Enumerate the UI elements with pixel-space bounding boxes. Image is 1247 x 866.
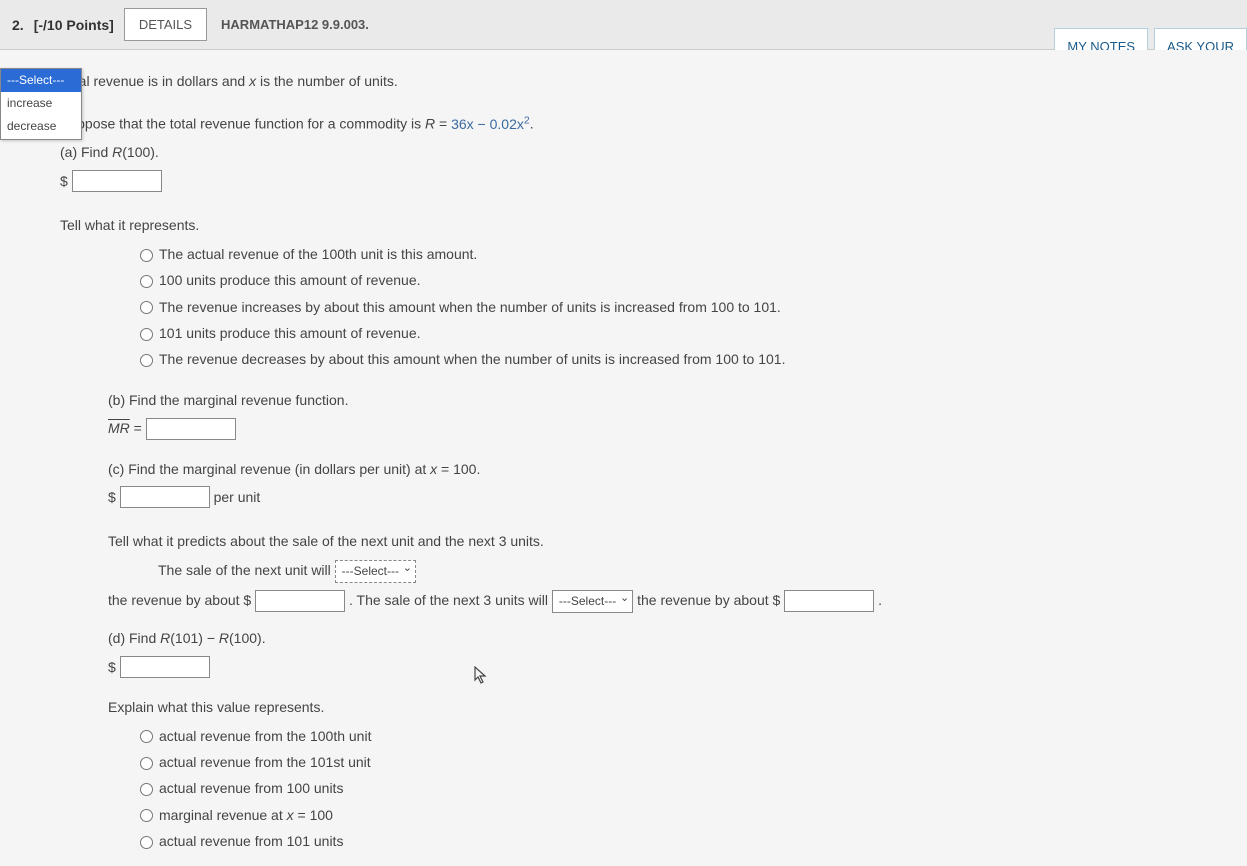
part-c-answer-input[interactable] [120,486,210,508]
part-a-radio-4[interactable] [140,328,153,341]
part-a-radio-1[interactable] [140,249,153,262]
part-c: (c) Find the marginal revenue (in dollar… [108,458,1187,614]
points-label: [-/10 Points] [34,17,114,33]
part-c-tell: Tell what it predicts about the sale of … [108,530,1187,552]
part-d-radio-2[interactable] [140,757,153,770]
part-c-sentence: The sale of the next unit will ---Select… [158,559,1187,583]
part-c-select-1[interactable]: ---Select--- [335,560,416,583]
part-d-option-row: actual revenue from the 101st unit [140,751,1187,773]
part-d-tell: Explain what this value represents. [108,696,1187,718]
question-content: Total revenue is in dollars and x is the… [0,50,1247,866]
part-d-answer-input[interactable] [120,656,210,678]
part-a-radio-3[interactable] [140,301,153,314]
part-a-input-row: $ [60,170,1187,193]
part-a-radio-5[interactable] [140,354,153,367]
question-number: 2. [12,17,24,33]
part-d-radio-5[interactable] [140,836,153,849]
intro-line-1: Total revenue is in dollars and x is the… [60,70,1187,92]
part-a-option-row: 101 units produce this amount of revenue… [140,322,1187,344]
part-c-next-3-units-input[interactable] [784,590,874,612]
intro-line-2: Suppose that the total revenue function … [60,112,1187,135]
part-c-question: (c) Find the marginal revenue (in dollar… [108,458,1187,480]
part-b: (b) Find the marginal revenue function. … [108,389,1187,440]
part-a-question: (a) Find R(100). [60,141,1187,163]
part-b-question: (b) Find the marginal revenue function. [108,389,1187,411]
details-button[interactable]: DETAILS [124,8,207,41]
part-d-question: (d) Find R(101) − R(100). [108,627,1187,649]
part-c-select-2[interactable]: ---Select--- [552,590,633,613]
dropdown-option-decrease[interactable]: decrease [1,115,81,138]
part-a-option-row: 100 units produce this amount of revenue… [140,269,1187,291]
question-source: HARMATHAP12 9.9.003. [221,17,369,32]
part-d-option-row: marginal revenue at x = 100 [140,804,1187,826]
part-d-option-row: actual revenue from the 100th unit [140,725,1187,747]
part-d: (d) Find R(101) − R(100). $ Explain what… [108,627,1187,852]
part-b-input-row: MR = [108,417,1187,440]
part-d-radio-4[interactable] [140,809,153,822]
part-b-answer-input[interactable] [146,418,236,440]
dropdown-option-placeholder[interactable]: ---Select--- [1,69,81,92]
part-d-radio-3[interactable] [140,783,153,796]
dropdown-option-increase[interactable]: increase [1,92,81,115]
part-d-radio-1[interactable] [140,730,153,743]
part-a-option-row: The revenue increases by about this amou… [140,296,1187,318]
part-d-option-row: actual revenue from 101 units [140,830,1187,852]
part-a-option-row: The actual revenue of the 100th unit is … [140,243,1187,265]
part-a-radio-2[interactable] [140,275,153,288]
part-a-tell: Tell what it represents. [60,214,1187,236]
part-a-option-row: The revenue decreases by about this amou… [140,348,1187,370]
part-c-select-1-dropdown: ---Select--- increase decrease [0,68,82,140]
part-c-input-row: $ per unit [108,486,1187,509]
part-d-input-row: $ [108,656,1187,679]
part-d-option-row: actual revenue from 100 units [140,777,1187,799]
part-c-next-unit-input[interactable] [255,590,345,612]
part-a-answer-input[interactable] [72,170,162,192]
